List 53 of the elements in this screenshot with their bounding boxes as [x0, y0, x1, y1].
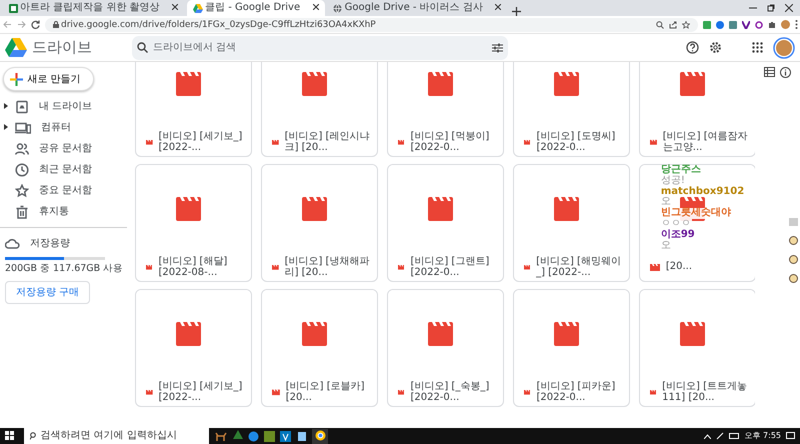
file-card[interactable]: [비디오] [_숙봉_] [2022-0...	[386, 289, 504, 407]
taskbar-search-field[interactable]: 검색하려면 여기에 입력하십시	[24, 428, 209, 444]
browser-tab[interactable]: 클립 - Google Drive	[186, 0, 325, 16]
file-card[interactable]: [비디오] [세기보_] [2022-...	[134, 62, 252, 157]
file-card[interactable]: [비디오] [로블카] [20...	[260, 289, 378, 407]
file-name: [비디오] [트트게놓111] [20...	[662, 380, 748, 403]
browser-tab[interactable]: Google Drive - 바이러스 검사	[327, 0, 508, 16]
sidebar-item[interactable]: 공유 문서함	[0, 138, 130, 159]
file-card[interactable]: [비디오] [여름잠자는고양...	[638, 62, 756, 157]
file-name: [비디오] [레인시냐크] [20...	[284, 130, 370, 153]
file-name: [비디오] [세기보_] [2022-...	[158, 130, 244, 153]
file-card[interactable]: [비디오] [레인시냐크] [20...	[260, 62, 378, 157]
file-card[interactable]: [비디오] [냉채해파리] [20...	[260, 164, 378, 282]
chat-username: matchbox9102	[660, 186, 746, 198]
file-card[interactable]: [비디오] [피카운] [2022-0...	[512, 289, 630, 407]
file-name: [비디오] [세기보_] [2022-...	[158, 380, 244, 403]
file-name: [비디오] [먹붕이] [2022-0...	[410, 130, 490, 153]
sidebar-item[interactable]: 컴퓨터	[0, 117, 130, 138]
sidebar-item[interactable]: 내 드라이브	[0, 96, 130, 117]
file-card[interactable]: [비디오] [그랜트] [2022-0...	[386, 164, 504, 282]
file-name: [비디오] [도명씨] [2022-0...	[536, 130, 616, 153]
file-name: [비디오] [냉채해파리] [20...	[284, 256, 370, 278]
url-text: drive.google.com/drive/folders/1FGx_0zysDge-C9ffLzHtzi63OA4xKXhP	[61, 18, 376, 32]
file-name: [비디오] [여름잠자는고양...	[662, 130, 749, 153]
clock-time: 오후 7:55	[744, 430, 781, 442]
sidebar-item[interactable]: 중요 문서함	[0, 180, 130, 201]
file-card[interactable]: [비디오] [해밍웨이_] [2022-...	[512, 164, 630, 282]
file-name: [비디오] [해달] [2022-08-...	[158, 256, 228, 278]
new-button[interactable]: 새로 만들기	[2, 67, 94, 91]
chat-username: 이조99	[660, 230, 696, 241]
file-name: [비디오] [_숙봉_] [2022-0...	[410, 380, 490, 403]
file-name: [20...	[666, 261, 692, 272]
storage-usage-text: 200GB 중 117.67GB 사용	[5, 262, 124, 276]
sidebar-item[interactable]: 최근 문서함	[0, 159, 130, 180]
buy-storage-button[interactable]: 저장용량 구매	[5, 281, 90, 304]
file-name: [비디오] [해밍웨이_] [2022-...	[536, 256, 622, 278]
file-name: [비디오] [피카운] [2022-0...	[536, 380, 616, 403]
sidebar-item[interactable]: 휴지통	[0, 201, 130, 222]
file-card[interactable]: [비디오] [세기보_] [2022-...	[134, 289, 252, 407]
chat-message: 성공!	[660, 176, 686, 187]
search-field[interactable]: 드라이브에서 검색	[132, 36, 508, 60]
chat-username: 빈그릇세숫대야	[660, 208, 732, 219]
file-card[interactable]: [비디오] [해달] [2022-08-...	[134, 164, 252, 282]
chat-username: 당근주스	[660, 165, 702, 176]
browser-tab[interactable]: 아트라 클립제작을 위한 촬영상	[2, 0, 184, 16]
file-card[interactable]: [비디오] [트트게놓111] [20...	[638, 289, 756, 407]
storage-item[interactable]: 저장용량	[0, 233, 130, 254]
app-title: 드라이브	[32, 37, 92, 58]
address-bar[interactable]: drive.google.com/drive/folders/1FGx_0zysDge-C9ffLzHtzi63OA4xKXhP	[44, 18, 698, 32]
file-name: [비디오] [그랜트] [2022-0...	[410, 256, 490, 278]
file-card[interactable]: [비디오] [도명씨] [2022-0...	[512, 62, 630, 157]
file-card[interactable]: [비디오] [먹붕이] [2022-0...	[386, 62, 504, 157]
file-name: [비디오] [로블카] [20...	[286, 380, 366, 403]
